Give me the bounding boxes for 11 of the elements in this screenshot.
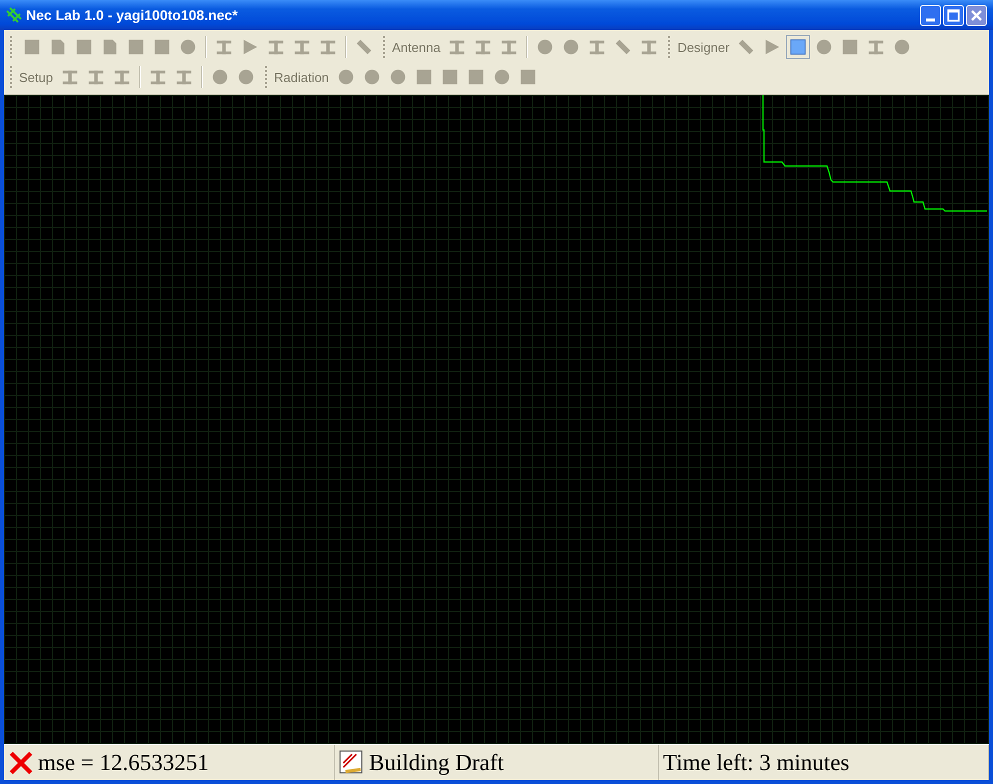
cross-icon [8, 750, 34, 776]
status-text: Building Draft [369, 750, 504, 776]
app-icon [6, 7, 22, 23]
status-text: Time left: 3 minutes [663, 750, 850, 776]
status-text: mse = 12.6533251 [38, 750, 209, 776]
toolbar-label: Radiation [274, 70, 329, 84]
toolbar-label: Designer [677, 40, 730, 54]
toolbar-label: Setup [19, 70, 53, 84]
window-title: Nec Lab 1.0 - yagi100to108.nec* [26, 7, 239, 23]
toolbar-label: Antenna [392, 40, 440, 54]
pencil-page-icon [339, 750, 365, 776]
